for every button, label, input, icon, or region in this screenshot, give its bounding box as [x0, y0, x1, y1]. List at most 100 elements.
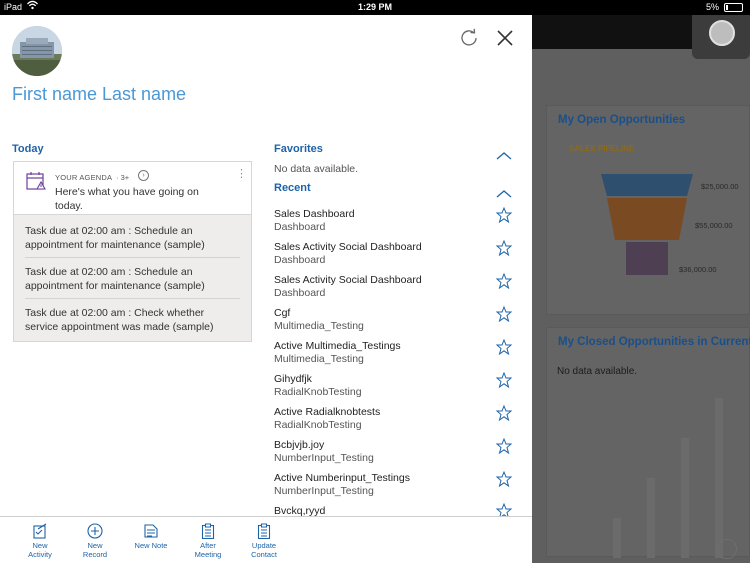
refresh-icon[interactable] — [458, 27, 480, 49]
agenda-count: · 3+ — [116, 173, 130, 182]
recent-item-type: Multimedia_Testing — [274, 320, 364, 332]
dashboard-background: My Open Opportunities SALES PIPELINE $25… — [532, 15, 750, 563]
placeholder-bar — [613, 518, 621, 558]
chevron-right-icon[interactable]: › — [138, 170, 149, 181]
new-record-button[interactable]: New Record — [68, 523, 122, 559]
star-icon[interactable] — [495, 272, 513, 290]
new-activity-icon — [33, 523, 47, 539]
assistant-button[interactable] — [692, 15, 750, 59]
action-label: Update — [251, 541, 277, 550]
action-label: Meeting — [194, 550, 222, 559]
plus-circle-icon — [87, 523, 103, 539]
today-heading: Today — [12, 143, 44, 155]
placeholder-bar — [647, 478, 655, 558]
recent-item-name: Sales Activity Social Dashboard — [274, 241, 422, 253]
star-icon[interactable] — [495, 437, 513, 455]
action-label: After — [200, 541, 216, 550]
assistant-icon — [709, 20, 735, 46]
placeholder-bars — [597, 388, 747, 558]
recent-item[interactable]: Sales Activity Social Dashboard Dashboard — [274, 274, 524, 307]
recent-item-name: Active Radialknobtests — [274, 406, 381, 418]
recent-item[interactable]: Bvckq,ryyd — [274, 505, 524, 516]
recent-item-name: Sales Dashboard — [274, 208, 355, 220]
avatar[interactable] — [12, 26, 62, 76]
action-label: New — [32, 541, 48, 550]
action-label: Record — [82, 550, 108, 559]
task-list: Task due at 02:00 am : Schedule an appoi… — [13, 215, 252, 342]
new-note-button[interactable]: New Note — [124, 523, 178, 550]
task-item[interactable]: Task due at 02:00 am : Schedule an appoi… — [25, 225, 240, 252]
closed-opportunities-card: My Closed Opportunities in Current ... N… — [546, 327, 750, 558]
calendar-alert-icon — [26, 171, 46, 191]
action-label: Contact — [251, 550, 277, 559]
recent-item-name: Gihydfjk — [274, 373, 312, 385]
update-contact-button[interactable]: Update Contact — [237, 523, 291, 559]
star-icon[interactable] — [495, 305, 513, 323]
divider — [25, 257, 240, 258]
status-bar: iPad 1:29 PM 5% — [0, 0, 750, 15]
recent-item[interactable]: Active Radialknobtests RadialKnobTesting — [274, 406, 524, 439]
funnel-label-2: $55,000.00 — [695, 221, 733, 230]
action-label: New Note — [134, 541, 168, 550]
chevron-up-icon[interactable] — [496, 148, 512, 160]
divider — [25, 298, 240, 299]
recent-item[interactable]: Sales Dashboard Dashboard — [274, 208, 524, 241]
recent-item[interactable]: Gihydfjk RadialKnobTesting — [274, 373, 524, 406]
recent-item[interactable]: Cgf Multimedia_Testing — [274, 307, 524, 340]
placeholder-bar — [715, 398, 723, 558]
recent-item-name: Active Numberinput_Testings — [274, 472, 410, 484]
chart-subtitle: SALES PIPELINE — [569, 144, 635, 153]
task-item[interactable]: Task due at 02:00 am : Schedule an appoi… — [25, 266, 240, 293]
after-meeting-button[interactable]: After Meeting — [181, 523, 235, 559]
no-data-text: No data available. — [557, 366, 638, 377]
recent-item-name: Active Multimedia_Testings — [274, 340, 401, 352]
agenda-message: Here's what you have going on today. — [55, 186, 199, 212]
device-label: iPad — [4, 2, 23, 12]
new-activity-button[interactable]: New Activity — [13, 523, 67, 559]
funnel-label-3: $36,000.00 — [679, 265, 717, 274]
recent-item-name: Cgf — [274, 307, 291, 319]
favorites-empty-text: No data available. — [274, 163, 359, 175]
user-name[interactable]: First name Last name — [12, 84, 186, 105]
recent-item-type: Multimedia_Testing — [274, 353, 364, 365]
agenda-card[interactable]: YOUR AGENDA · 3+ › Here's what you have … — [13, 161, 252, 215]
recent-heading: Recent — [274, 182, 311, 194]
close-icon[interactable] — [494, 27, 516, 49]
card-title: My Open Opportunities — [558, 114, 686, 126]
funnel-stage-2 — [607, 198, 687, 240]
recent-item[interactable]: Sales Activity Social Dashboard Dashboard — [274, 241, 524, 274]
recent-item[interactable]: Active Numberinput_Testings NumberInput_T… — [274, 472, 524, 505]
card-title: My Closed Opportunities in Current ... — [558, 336, 750, 348]
recent-item-type: RadialKnobTesting — [274, 386, 362, 398]
battery-icon — [724, 3, 743, 12]
contact-update-icon — [257, 523, 271, 539]
chevron-up-icon[interactable] — [496, 186, 512, 198]
wifi-icon — [27, 0, 38, 13]
star-icon[interactable] — [495, 338, 513, 356]
recent-item[interactable]: Active Multimedia_Testings Multimedia_Tes… — [274, 340, 524, 373]
task-item[interactable]: Task due at 02:00 am : Check whether ser… — [25, 307, 240, 334]
recent-item-name: Bvckq,ryyd — [274, 505, 326, 516]
background-fab — [717, 539, 737, 559]
more-options-icon[interactable]: ⋮ — [236, 167, 247, 180]
recent-item[interactable]: Bcbjvjb.joy NumberInput_Testing — [274, 439, 524, 472]
action-label: Activity — [28, 550, 52, 559]
star-icon[interactable] — [495, 404, 513, 422]
recent-item-type: NumberInput_Testing — [274, 452, 374, 464]
open-opportunities-card: My Open Opportunities SALES PIPELINE $25… — [546, 105, 750, 315]
star-icon[interactable] — [496, 503, 512, 516]
funnel-stage-3 — [626, 242, 668, 275]
clock: 1:29 PM — [358, 2, 393, 12]
star-icon[interactable] — [495, 371, 513, 389]
quick-actions-bar: New Activity New Record New Note After M… — [0, 516, 532, 563]
clipboard-icon — [201, 523, 215, 539]
star-icon[interactable] — [495, 470, 513, 488]
recent-item-name: Bcbjvjb.joy — [274, 439, 325, 451]
action-label: New — [87, 541, 103, 550]
favorites-heading: Favorites — [274, 143, 323, 155]
star-icon[interactable] — [495, 206, 513, 224]
placeholder-bar — [681, 438, 689, 558]
recent-item-type: RadialKnobTesting — [274, 419, 362, 431]
star-icon[interactable] — [495, 239, 513, 257]
note-icon — [144, 524, 158, 538]
